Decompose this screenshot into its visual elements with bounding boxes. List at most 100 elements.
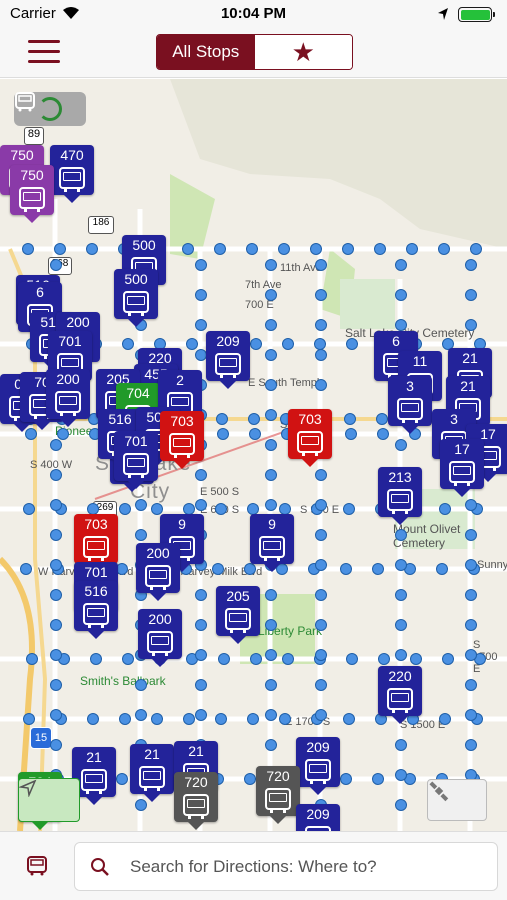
vehicle-marker[interactable]: 720 xyxy=(174,772,218,830)
stop-marker[interactable] xyxy=(315,589,327,602)
stop-marker[interactable] xyxy=(265,319,277,332)
stop-marker[interactable] xyxy=(439,713,451,726)
stop-marker[interactable] xyxy=(465,739,477,752)
stop-marker[interactable] xyxy=(265,619,277,632)
vehicle-marker[interactable]: 470 xyxy=(50,145,94,203)
stop-marker[interactable] xyxy=(195,589,207,602)
stop-marker[interactable] xyxy=(374,243,386,256)
stop-marker[interactable] xyxy=(116,773,128,786)
stop-marker[interactable] xyxy=(315,319,327,332)
stop-marker[interactable] xyxy=(377,428,389,441)
stop-marker[interactable] xyxy=(282,653,294,666)
stop-marker[interactable] xyxy=(151,713,163,726)
stop-marker[interactable] xyxy=(195,709,207,722)
vehicle-marker[interactable]: 516 xyxy=(74,581,118,639)
stop-marker[interactable] xyxy=(342,243,354,256)
vehicle-marker[interactable]: 200 xyxy=(138,609,182,667)
stop-marker[interactable] xyxy=(343,503,355,516)
stop-marker[interactable] xyxy=(395,799,407,812)
stop-marker[interactable] xyxy=(50,589,62,602)
stop-marker[interactable] xyxy=(247,713,259,726)
stop-marker[interactable] xyxy=(279,713,291,726)
stop-marker[interactable] xyxy=(310,243,322,256)
stop-marker[interactable] xyxy=(50,649,62,662)
stop-marker[interactable] xyxy=(315,289,327,302)
stop-marker[interactable] xyxy=(372,773,384,786)
stop-marker[interactable] xyxy=(54,243,66,256)
stop-marker[interactable] xyxy=(195,349,207,362)
stop-marker[interactable] xyxy=(50,709,62,722)
stop-marker[interactable] xyxy=(195,499,207,512)
stop-marker[interactable] xyxy=(265,379,277,392)
vehicle-marker[interactable]: 500 xyxy=(114,269,158,327)
stop-marker[interactable] xyxy=(86,243,98,256)
menu-icon[interactable] xyxy=(28,40,60,66)
stop-marker[interactable] xyxy=(470,243,482,256)
vehicle-marker[interactable]: 703 xyxy=(160,411,204,469)
tab-favorites-star-icon[interactable]: ★ xyxy=(254,35,352,69)
stop-marker[interactable] xyxy=(23,713,35,726)
stop-marker[interactable] xyxy=(344,413,356,426)
stop-marker[interactable] xyxy=(195,259,207,272)
stop-marker[interactable] xyxy=(265,739,277,752)
stop-marker[interactable] xyxy=(315,499,327,512)
stop-marker[interactable] xyxy=(183,713,195,726)
vehicle-marker[interactable]: 9 xyxy=(250,514,294,572)
stop-marker[interactable] xyxy=(87,713,99,726)
stop-marker[interactable] xyxy=(465,709,477,722)
stop-marker[interactable] xyxy=(195,679,207,692)
stop-marker[interactable] xyxy=(315,379,327,392)
stop-marker[interactable] xyxy=(135,679,147,692)
stop-marker[interactable] xyxy=(395,769,407,782)
stop-marker[interactable] xyxy=(465,649,477,662)
stop-marker[interactable] xyxy=(315,649,327,662)
locate-me-button[interactable] xyxy=(18,778,80,822)
stop-marker[interactable] xyxy=(90,653,102,666)
vehicle-marker[interactable]: 200 xyxy=(46,369,90,427)
stop-marker[interactable] xyxy=(50,559,62,572)
stop-marker[interactable] xyxy=(195,319,207,332)
stop-marker[interactable] xyxy=(315,709,327,722)
stop-marker[interactable] xyxy=(122,653,134,666)
stop-marker[interactable] xyxy=(395,589,407,602)
stop-marker[interactable] xyxy=(265,259,277,272)
stop-marker[interactable] xyxy=(195,649,207,662)
stop-marker[interactable] xyxy=(214,243,226,256)
stop-filter-segmented-control[interactable]: All Stops ★ xyxy=(156,34,353,70)
stop-marker[interactable] xyxy=(406,243,418,256)
stop-marker[interactable] xyxy=(465,319,477,332)
stop-marker[interactable] xyxy=(278,243,290,256)
stop-marker[interactable] xyxy=(244,773,256,786)
stop-marker[interactable] xyxy=(212,563,224,576)
stop-marker[interactable] xyxy=(50,259,62,272)
map-view[interactable]: Salt Lake City Smith's Ballpark Salt Lak… xyxy=(0,79,507,831)
stop-marker[interactable] xyxy=(395,529,407,542)
stop-marker[interactable] xyxy=(315,349,327,362)
stop-marker[interactable] xyxy=(265,679,277,692)
stop-marker[interactable] xyxy=(218,653,230,666)
stop-marker[interactable] xyxy=(119,713,131,726)
stop-marker[interactable] xyxy=(438,243,450,256)
stop-marker[interactable] xyxy=(20,563,32,576)
stop-marker[interactable] xyxy=(135,499,147,512)
stop-marker[interactable] xyxy=(345,428,357,441)
vehicle-marker[interactable]: 213 xyxy=(378,467,422,525)
stop-marker[interactable] xyxy=(122,338,134,351)
stop-marker[interactable] xyxy=(195,619,207,632)
vehicle-toggle-control[interactable] xyxy=(14,92,86,126)
vehicle-marker[interactable]: 720 xyxy=(256,766,300,824)
stop-marker[interactable] xyxy=(250,653,262,666)
stop-marker[interactable] xyxy=(265,499,277,512)
stop-marker[interactable] xyxy=(465,529,477,542)
stop-marker[interactable] xyxy=(465,619,477,632)
stop-marker[interactable] xyxy=(465,679,477,692)
stop-marker[interactable] xyxy=(372,563,384,576)
vehicle-marker[interactable]: 209 xyxy=(206,331,250,389)
vehicle-marker[interactable]: 200 xyxy=(136,543,180,601)
stop-marker[interactable] xyxy=(315,529,327,542)
vehicle-marker[interactable]: 3 xyxy=(388,376,432,434)
stop-marker[interactable] xyxy=(50,499,62,512)
stop-marker[interactable] xyxy=(395,649,407,662)
stop-marker[interactable] xyxy=(378,653,390,666)
stop-marker[interactable] xyxy=(315,469,327,482)
